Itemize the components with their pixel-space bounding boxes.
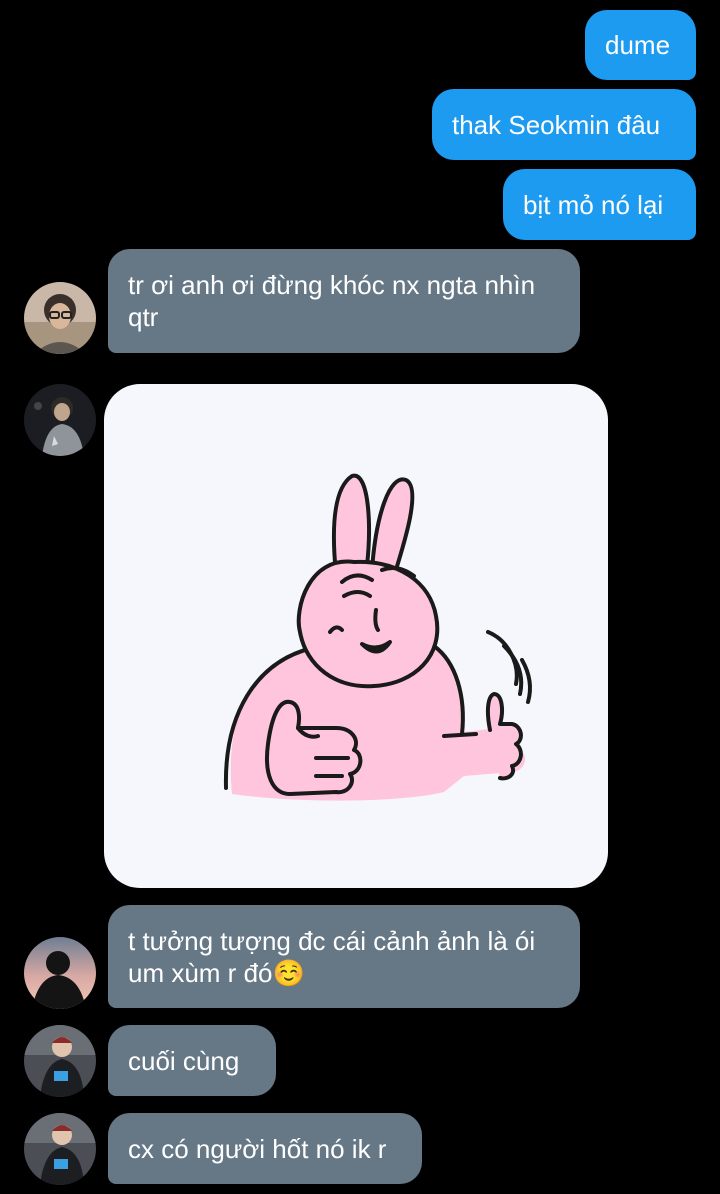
sent-message-bubble[interactable]: thak Seokmin đâu [432,89,696,160]
message-text: thak Seokmin đâu [452,110,661,140]
received-message-bubble[interactable]: tr ơi anh ơi đừng khóc nx ngta nhìn qtr [108,249,580,353]
message-text: dume [605,30,671,60]
message-text: bịt mỏ nó lại [523,190,664,220]
message-text: cx có người hốt nó ik r [128,1134,387,1164]
received-message-bubble[interactable]: cx có người hốt nó ik r [108,1113,422,1184]
message-text: t tưởng tượng đc cái cảnh ảnh là ói um x… [128,926,536,988]
sent-message-bubble[interactable]: bịt mỏ nó lại [503,169,696,240]
message-text: tr ơi anh ơi đừng khóc nx ngta nhìn qtr [128,270,536,332]
sent-message-bubble[interactable]: dume [585,10,696,80]
avatar[interactable] [24,384,96,456]
sticker-image[interactable] [104,384,608,888]
avatar[interactable] [24,1025,96,1097]
avatar[interactable] [24,282,96,354]
received-message-bubble[interactable]: cuối cùng [108,1025,276,1096]
received-message-bubble[interactable]: t tưởng tượng đc cái cảnh ảnh là ói um x… [108,905,580,1008]
avatar[interactable] [24,937,96,1009]
avatar[interactable] [24,1113,96,1185]
pink-rabbit-thumbs-up-sticker [223,473,532,801]
message-text: cuối cùng [128,1046,240,1076]
